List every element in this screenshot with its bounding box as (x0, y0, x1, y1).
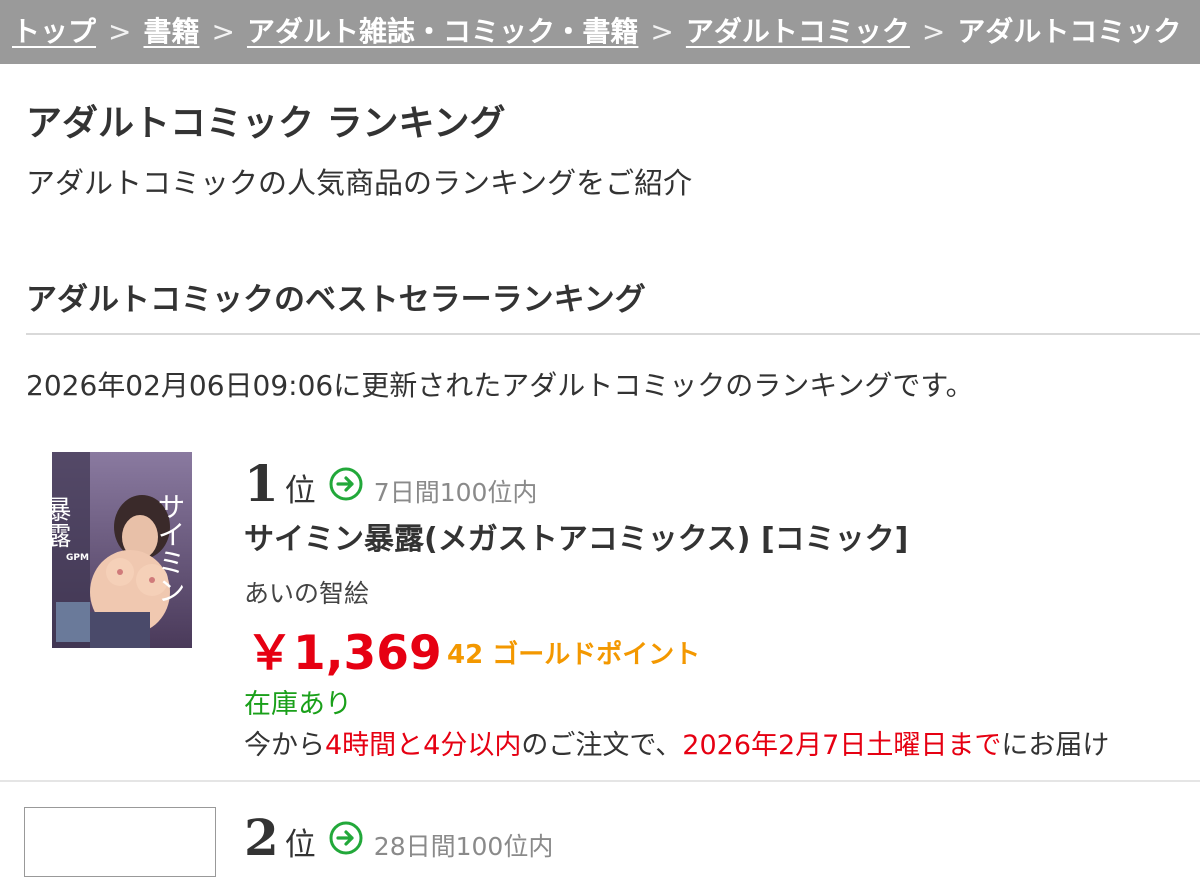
delivery-date: 2026年2月7日土曜日まで (682, 730, 1002, 761)
cover-illustration: サイミン 暴露 GPM (52, 452, 192, 648)
cover-title-vertical: サイミン (154, 492, 187, 604)
product-title-link[interactable]: サイミン暴露(メガストアコミックス) [コミック] (244, 514, 908, 558)
breadcrumb-link-books[interactable]: 書籍 (143, 15, 199, 48)
rank-arrow-right-icon (329, 467, 363, 500)
product-price: ￥1,369 (246, 626, 442, 681)
delivery-middle: のご注文で、 (521, 730, 683, 761)
delivery-estimate: 今から4時間と4分以内のご注文で、2026年2月7日土曜日までにお届け (244, 723, 1109, 762)
rank-suffix: 位 (284, 827, 316, 863)
rank-note: 7日間100位内 (373, 478, 538, 507)
page-description: アダルトコミックの人気商品のランキングをご紹介 (26, 166, 693, 200)
section-divider (26, 333, 1200, 335)
breadcrumb-separator: > (211, 15, 235, 48)
rank-suffix: 位 (284, 473, 316, 509)
stock-status: 在庫あり (244, 689, 352, 720)
product-points: 42 ゴールドポイント (447, 640, 701, 670)
breadcrumb-separator: > (108, 15, 132, 48)
rank-number: 1 (244, 454, 279, 513)
breadcrumb-separator: > (650, 15, 674, 48)
cover-title-kanji: 暴露 (52, 496, 71, 548)
breadcrumb-separator: > (921, 15, 946, 48)
breadcrumb: トップ > 書籍 > アダルト雑誌・コミック・書籍 > アダルトコミック > アダルトコミック (0, 0, 1200, 64)
breadcrumb-link-top[interactable]: トップ (12, 15, 96, 48)
rank-row-2: 2 位 28日間100位内 (244, 808, 553, 867)
product-author-link[interactable]: あいの智絵 (244, 574, 369, 610)
delivery-time-remaining: 4時間と4分以内 (325, 730, 522, 761)
rank-arrow-right-icon (329, 821, 363, 854)
item-divider (0, 780, 1200, 782)
delivery-suffix: にお届け (1001, 730, 1110, 761)
product-cover-image[interactable] (24, 807, 216, 877)
product-cover-image[interactable]: サイミン 暴露 GPM (52, 452, 192, 648)
section-title: アダルトコミックのベストセラーランキング (26, 282, 646, 318)
breadcrumb-link-adult-comics[interactable]: アダルトコミック (686, 15, 910, 48)
rank-row-1: 1 位 7日間100位内 (244, 454, 537, 513)
breadcrumb-current: アダルトコミック (957, 15, 1182, 48)
ranking-updated-text: 2026年02月06日09:06に更新されたアダルトコミックのランキングです。 (26, 369, 974, 402)
delivery-prefix: 今から (244, 730, 325, 761)
breadcrumb-link-adult-books[interactable]: アダルト雑誌・コミック・書籍 (247, 15, 638, 48)
rank-number: 2 (244, 808, 279, 867)
page-title: アダルトコミック ランキング (26, 103, 506, 144)
cover-publisher-label: GPM (66, 553, 89, 563)
